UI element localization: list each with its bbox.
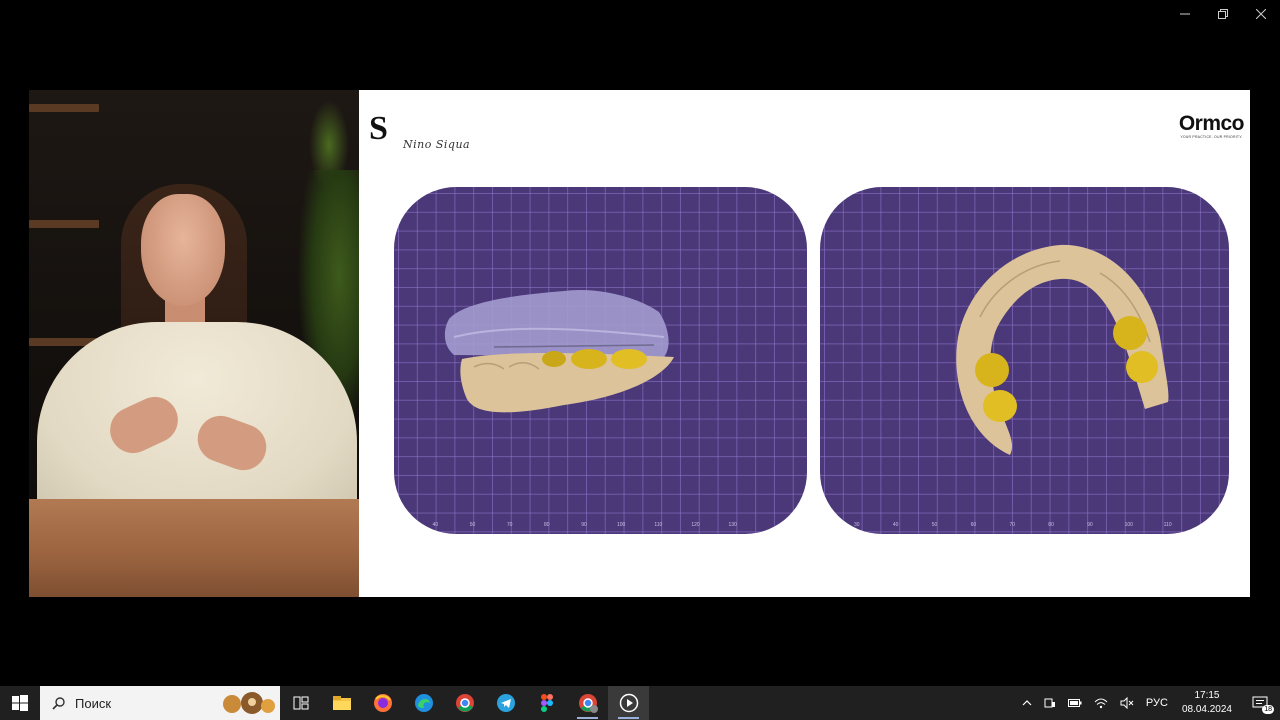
figma-button[interactable] [526, 686, 567, 720]
search-placeholder: Поиск [75, 695, 112, 711]
axis-tick: 50 [931, 522, 938, 528]
axis-tick: 70 [1009, 522, 1015, 528]
brand-logo: S Nino Siqua [369, 110, 489, 154]
clock[interactable]: 17:15 08.04.2024 [1174, 686, 1240, 720]
volume-button[interactable] [1114, 686, 1140, 720]
start-button[interactable] [0, 686, 40, 720]
axis-tick: 30 [854, 522, 860, 528]
figma-icon [540, 694, 553, 712]
axis-tick: 100 [616, 522, 626, 528]
wooden-table [29, 499, 359, 597]
task-view-button[interactable] [280, 686, 321, 720]
axis-tick: 90 [1087, 522, 1093, 528]
clock-time: 17:15 [1194, 690, 1220, 701]
taskbar-search[interactable]: Поиск [40, 686, 280, 720]
notifications-button[interactable]: 18 [1240, 686, 1280, 720]
minimize-icon [1180, 13, 1190, 15]
media-player-icon [619, 693, 638, 713]
volume-muted-icon [1120, 697, 1134, 709]
firefox-icon [373, 694, 392, 712]
axis-tick: 50 [469, 522, 476, 528]
ormco-tagline: YOUR PRACTICE. OUR PRIORITY. [1180, 135, 1243, 139]
shelf [29, 104, 99, 112]
axis-tick: 120 [691, 522, 700, 528]
axis-tick: 80 [1048, 522, 1054, 528]
presenter-video [29, 90, 359, 597]
battery-icon [1067, 699, 1082, 707]
ormco-logo: Ormco YOUR PRACTICE. OUR PRIORITY. [1178, 112, 1245, 139]
chrome-profile-icon [578, 694, 598, 713]
presenter-face [141, 194, 225, 306]
close-button[interactable] [1242, 0, 1280, 28]
shelf [29, 220, 99, 228]
media-player-button[interactable] [608, 686, 649, 720]
axis-tick: 90 [581, 522, 587, 528]
minimize-button[interactable] [1166, 0, 1204, 28]
presentation-slide: S Nino Siqua Ormco YOUR PRACTICE. OUR PR… [359, 90, 1250, 597]
tray-device-button[interactable] [1038, 686, 1062, 720]
scan-axis-left: 40 50 70 80 90 100 110 120 130 [394, 522, 807, 532]
search-icon [52, 696, 65, 710]
battery-button[interactable] [1062, 686, 1088, 720]
file-explorer-button[interactable] [321, 686, 362, 720]
presenter-sweater [37, 322, 357, 512]
restore-button[interactable] [1204, 0, 1242, 28]
chrome-button[interactable] [444, 686, 485, 720]
axis-tick: 70 [506, 522, 513, 528]
chrome-icon [455, 694, 474, 712]
device-icon [1044, 698, 1055, 708]
file-explorer-icon [332, 696, 351, 710]
telegram-icon [496, 694, 515, 712]
edge-icon [414, 694, 433, 712]
language-indicator[interactable]: РУС [1140, 686, 1174, 720]
windows-icon [12, 695, 28, 711]
edge-button[interactable] [403, 686, 444, 720]
scan-axis-right: 30 40 50 60 70 80 90 100 110 [820, 522, 1229, 532]
axis-tick: 110 [654, 522, 663, 528]
taskbar: Поиск РУС 17:15 08.04.2024 18 [0, 686, 1280, 720]
brand-monogram: S [369, 110, 388, 147]
video-frame[interactable]: S Nino Siqua Ormco YOUR PRACTICE. OUR PR… [29, 90, 1250, 597]
restore-icon [1218, 9, 1228, 19]
axis-tick: 100 [1124, 522, 1133, 528]
axis-tick: 60 [970, 522, 977, 528]
axis-tick: 40 [432, 522, 439, 528]
axis-tick: 130 [728, 522, 737, 528]
chrome-profile-button[interactable] [567, 686, 608, 720]
firefox-button[interactable] [362, 686, 403, 720]
window-controls [1166, 0, 1280, 28]
dental-arch-occlusal [956, 244, 1169, 455]
axis-tick: 40 [892, 522, 899, 528]
axis-tick: 80 [544, 522, 550, 528]
system-tray: РУС 17:15 08.04.2024 18 [1016, 686, 1280, 720]
chevron-up-icon [1022, 700, 1032, 706]
tray-overflow-button[interactable] [1016, 686, 1038, 720]
telegram-button[interactable] [485, 686, 526, 720]
clock-date: 08.04.2024 [1181, 704, 1232, 715]
scan-view-lateral: 40 50 70 80 90 100 110 120 130 [394, 187, 807, 534]
brand-signature: Nino Siqua [403, 138, 471, 151]
notification-count: 18 [1262, 705, 1274, 714]
scan-view-occlusal: 30 40 50 60 70 80 90 100 110 [820, 187, 1229, 534]
wifi-icon [1094, 698, 1108, 709]
axis-tick: 110 [1163, 522, 1172, 528]
wifi-button[interactable] [1088, 686, 1114, 720]
task-view-icon [293, 696, 308, 710]
dental-model-lateral [444, 289, 674, 413]
close-icon [1256, 9, 1266, 19]
search-highlight-icon [223, 692, 275, 714]
ormco-name: Ormco [1178, 112, 1245, 135]
